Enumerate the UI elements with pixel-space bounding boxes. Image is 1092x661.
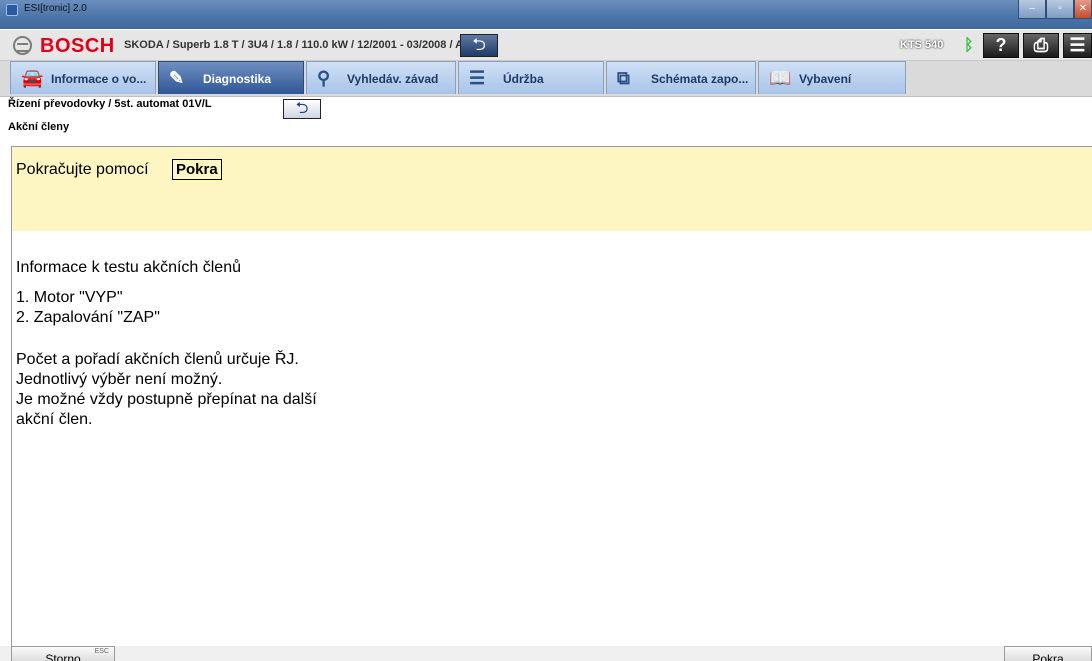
close-button[interactable]: ✕ <box>1074 0 1092 19</box>
instruction-banner: Pokračujte pomocí Pokra <box>12 147 1092 231</box>
info-line: Je možné vždy postupně přepínat na další <box>16 391 317 408</box>
tab-label: Údržba <box>503 72 544 86</box>
info-line: Jednotlivý výběr není možný. <box>16 371 223 388</box>
app-icon <box>6 4 18 16</box>
tab-fault-search[interactable]: ⚲ Vyhledáv. závad <box>306 61 456 94</box>
main-tabs: 🚘 Informace o vo... ✎ Diagnostika ⚲ Vyhl… <box>0 61 1092 97</box>
cancel-button[interactable]: Storno ESC <box>11 646 115 661</box>
content-panel: Pokračujte pomocí Pokra Informace k test… <box>11 146 1092 646</box>
cancel-button-label: Storno <box>45 652 81 661</box>
maintenance-icon: ☰ <box>469 68 486 88</box>
footer-bar: Storno ESC Pokra <box>0 646 1092 661</box>
device-name: KTS 540 <box>900 39 944 51</box>
app-header: BOSCH SKODA / Superb 1.8 T / 3U4 / 1.8 /… <box>0 30 1092 61</box>
breadcrumb-back-button[interactable]: ⮌ <box>283 99 321 119</box>
bluetooth-icon: ᛒ <box>964 37 974 54</box>
vehicle-info: SKODA / Superb 1.8 T / 3U4 / 1.8 / 110.0… <box>124 39 480 51</box>
minimize-button[interactable]: – <box>1018 0 1046 19</box>
page-title: Akční členy <box>8 121 70 133</box>
diagnostic-probe-icon: ✎ <box>169 68 185 88</box>
help-button[interactable]: ? <box>983 33 1019 58</box>
bosch-logo-icon <box>13 36 32 55</box>
tab-label: Schémata zapo... <box>651 72 749 86</box>
window-controls: – ▫ ✕ <box>1018 0 1092 19</box>
tab-equipment[interactable]: 📖 Vybavení <box>758 61 906 94</box>
tab-label: Vyhledáv. závad <box>347 72 439 86</box>
info-heading: Informace k testu akčních členů <box>16 259 241 276</box>
esc-key-hint: ESC <box>94 648 109 655</box>
search-fault-icon: ⚲ <box>317 68 331 88</box>
book-icon: 📖 <box>769 68 792 88</box>
continue-button-label: Pokra <box>1032 652 1064 661</box>
maximize-button[interactable]: ▫ <box>1046 0 1074 19</box>
instruction-text: Pokračujte pomocí <box>16 161 149 178</box>
tab-wiring-diagrams[interactable]: ⧉ Schémata zapo... <box>606 61 756 94</box>
window-title: ESI[tronic] 2.0 <box>24 3 87 14</box>
print-button[interactable]: ⎙ <box>1023 33 1059 58</box>
continue-button[interactable]: Pokra <box>1004 646 1092 661</box>
tab-label: Informace o vo... <box>51 72 147 86</box>
info-line: 2. Zapalování "ZAP" <box>16 309 160 326</box>
info-line: 1. Motor "VYP" <box>16 289 123 306</box>
brand-name: BOSCH <box>40 35 115 57</box>
tab-diagnostics[interactable]: ✎ Diagnostika <box>158 61 304 94</box>
tab-label: Vybavení <box>799 72 852 86</box>
info-line: Počet a pořadí akčních členů určuje ŘJ. <box>16 351 299 368</box>
menu-button[interactable]: ☰ <box>1063 33 1092 58</box>
tab-vehicle-info[interactable]: 🚘 Informace o vo... <box>10 61 156 94</box>
tab-maintenance[interactable]: ☰ Údržba <box>458 61 604 94</box>
car-info-icon: 🚘 <box>21 68 44 88</box>
window-titlebar: ESI[tronic] 2.0 – ▫ ✕ <box>0 0 1092 29</box>
wiring-diagram-icon: ⧉ <box>617 68 630 88</box>
header-back-button[interactable]: ⮌ <box>460 34 498 57</box>
breadcrumb: Řízení převodovky / 5st. automat 01V/L <box>8 98 212 110</box>
instruction-key-label: Pokra <box>172 159 222 180</box>
tab-label: Diagnostika <box>203 72 272 86</box>
info-line: akční člen. <box>16 411 93 428</box>
